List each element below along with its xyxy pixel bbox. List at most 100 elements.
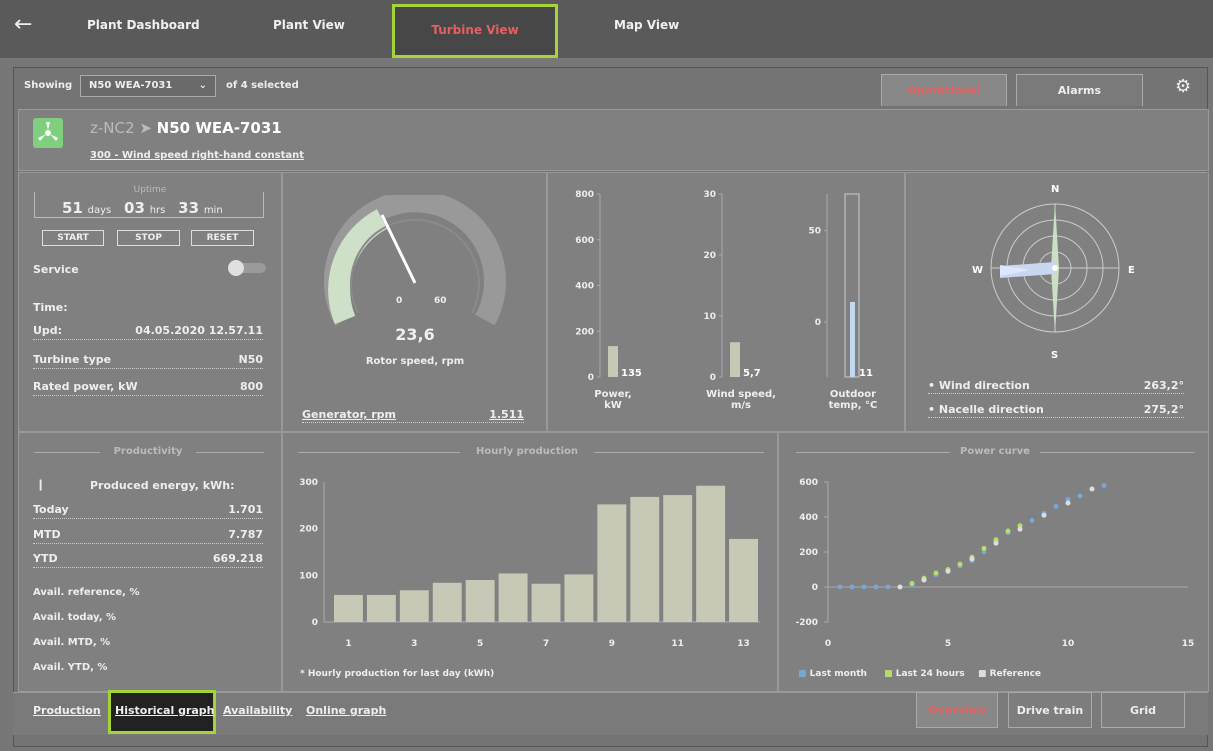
back-arrow-icon[interactable]: ←	[14, 12, 32, 37]
hourly-legend: * Hourly production for last day (kWh)	[300, 669, 495, 679]
gauge-tick-min: 0	[396, 296, 402, 306]
turbine-name: N50 WEA-7031	[156, 119, 282, 137]
power-curve-point-last-month	[849, 584, 855, 590]
turbine-select-value: N50 WEA-7031	[89, 80, 173, 91]
tab-online-graph[interactable]: Online graph	[306, 704, 386, 717]
tab-turbine-view[interactable]: Turbine View	[392, 4, 558, 58]
uptime-hrs-unit: hrs	[149, 205, 166, 216]
hourly-x-tick: 5	[477, 639, 483, 649]
hourly-x-tick: 3	[411, 639, 417, 649]
compass-e: E	[1128, 265, 1135, 276]
power-label-1: Power,	[594, 389, 632, 400]
mtd-label: MTD	[33, 528, 61, 541]
power-tick-label: 200	[575, 327, 594, 337]
rotor-speed-value: 23,6	[395, 325, 435, 344]
tab-plant-view[interactable]: Plant View	[273, 18, 345, 32]
power-curve-y-tick: 600	[799, 478, 818, 488]
breadcrumb-arrow-icon: ➤	[139, 119, 152, 137]
power-curve-point-last-24-hours	[909, 581, 915, 586]
gear-icon[interactable]: ⚙	[1175, 76, 1191, 97]
turbine-type-row: Turbine type N50	[33, 353, 263, 369]
power-curve-chart: 600 400 200 0 -200 0 5 10 15	[795, 478, 1194, 649]
compass-n: N	[1051, 184, 1059, 195]
ytd-row: YTD 669.218	[33, 552, 263, 568]
productivity-title: Productivity	[100, 446, 196, 457]
turbine-select[interactable]: N50 WEA-7031 ⌄	[80, 75, 216, 97]
avail-today-label: Avail. today, %	[33, 612, 117, 623]
hourly-bar	[597, 504, 627, 622]
legend-reference: Reference	[989, 669, 1042, 679]
service-toggle[interactable]	[228, 260, 268, 276]
power-curve-point-last-month	[873, 584, 879, 590]
hourly-bar	[663, 495, 693, 622]
power-curve-point-reference	[1017, 526, 1023, 532]
tab-overview[interactable]: Overview	[916, 692, 998, 728]
power-curve-point-reference	[1065, 500, 1071, 506]
tab-map-view[interactable]: Map View	[614, 18, 679, 32]
power-curve-point-last-24-hours	[981, 546, 987, 551]
tab-alarms[interactable]: Alarms	[1016, 74, 1143, 106]
reset-button[interactable]: RESET	[191, 230, 254, 246]
gauge-tick-max: 60	[434, 296, 447, 306]
tab-drive-train[interactable]: Drive train	[1008, 692, 1092, 728]
power-curve-point-last-24-hours	[957, 561, 963, 567]
hourly-bar	[498, 573, 528, 622]
start-button[interactable]: START	[42, 230, 104, 246]
wind-tick-label: 0	[710, 373, 716, 383]
rated-power-label: Rated power, kW	[33, 380, 138, 393]
power-curve-legend: ■ Last month ■ Last 24 hours ■ Reference	[798, 669, 1041, 679]
power-curve-point-last-month	[1101, 483, 1107, 488]
tab-historical-graph[interactable]: Historical graph	[115, 704, 215, 717]
tab-availability[interactable]: Availability	[223, 704, 292, 717]
power-curve-point-reference	[969, 556, 975, 562]
time-label: Time:	[33, 301, 68, 314]
power-tick-label: 600	[575, 236, 594, 246]
rotor-speed-gauge: 0 60	[324, 195, 506, 326]
produced-energy-label: Produced energy, kWh:	[90, 479, 235, 492]
hourly-x-tick: 7	[543, 639, 549, 649]
uptime-min: 33	[178, 199, 200, 217]
nacelle-direction-text: Nacelle direction	[938, 403, 1044, 416]
wind-tick-label: 20	[703, 251, 716, 261]
power-label-2: kW	[604, 400, 622, 411]
ytd-label: YTD	[33, 552, 58, 565]
legend-last-month: Last month	[809, 669, 867, 679]
tab-grid[interactable]: Grid	[1101, 692, 1185, 728]
hourly-bar	[334, 594, 363, 622]
power-curve-point-last-month	[885, 584, 891, 590]
hourly-bar	[630, 496, 660, 622]
uptime-days-unit: days	[87, 205, 112, 216]
upd-value: 04.05.2020 12.57.11	[135, 324, 263, 337]
hourly-bar	[531, 583, 561, 622]
tab-operational[interactable]: Operational	[881, 74, 1007, 106]
power-curve-point-last-month	[1077, 493, 1083, 499]
power-tick-label: 0	[588, 373, 594, 383]
legend-last-24h: Last 24 hours	[895, 669, 965, 679]
showing-label: Showing	[24, 80, 73, 91]
uptime-values: 51 days 03 hrs 33 min	[62, 199, 223, 217]
hourly-x-tick: 1	[345, 639, 351, 649]
temp-label-2: temp, °C	[828, 400, 878, 411]
temp-tick-label: 50	[808, 227, 821, 237]
turbine-status[interactable]: 300 - Wind speed right-hand constant	[90, 150, 304, 161]
legend-reference-icon: ■	[977, 669, 987, 679]
power-curve-y-tick: 200	[799, 548, 818, 558]
hourly-x-tick: 11	[671, 639, 684, 649]
tab-plant-dashboard[interactable]: Plant Dashboard	[87, 18, 200, 32]
power-curve-point-reference	[945, 568, 951, 574]
wind-speed-label: Wind speed, m/s	[700, 389, 782, 411]
stop-button[interactable]: STOP	[117, 230, 180, 246]
wind-value-label: 5,7	[743, 368, 761, 379]
tab-production[interactable]: Production	[33, 704, 101, 717]
nacelle-direction-value: 275,2°	[1143, 403, 1184, 416]
hourly-bar	[696, 485, 726, 622]
power-curve-x-tick: 10	[1062, 639, 1075, 649]
generator-label[interactable]: Generator, rpm	[302, 408, 396, 421]
legend-last-month-icon: ■	[798, 669, 807, 679]
avail-ytd-label: Avail. YTD, %	[33, 662, 108, 673]
power-curve-x-tick: 5	[945, 639, 951, 649]
hourly-y-tick: 200	[299, 525, 318, 535]
power-tick-label: 400	[575, 282, 594, 292]
upd-row: Upd: 04.05.2020 12.57.11	[33, 324, 263, 340]
wind-tick-label: 10	[703, 312, 716, 322]
